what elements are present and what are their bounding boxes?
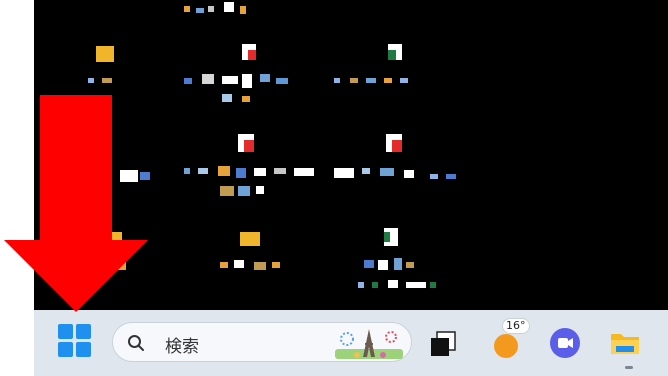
red-arrow-annotation — [4, 95, 148, 312]
